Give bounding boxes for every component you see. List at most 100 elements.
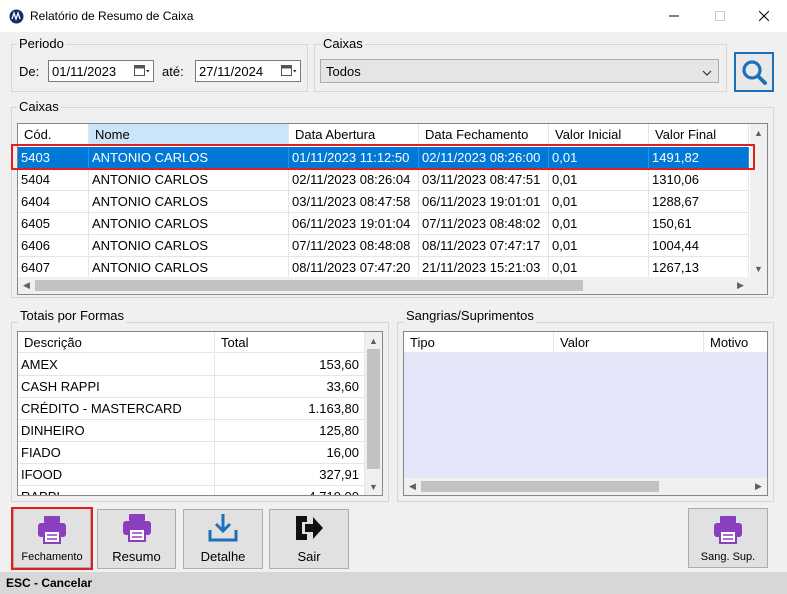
cell-nome: ANTONIO CARLOS — [89, 235, 289, 257]
table-row[interactable]: IFOOD 327,91 — [18, 464, 365, 486]
column-header-total[interactable]: Total — [215, 332, 365, 353]
cell-descricao: CASH RAPPI — [18, 376, 215, 398]
cell-descricao: RAPPI — [18, 486, 215, 495]
resumo-button[interactable]: Resumo — [97, 509, 176, 569]
scroll-up-icon[interactable]: ▲ — [750, 124, 767, 141]
table-row[interactable]: CASH RAPPI 33,60 — [18, 376, 365, 398]
cell-valor-inicial: 0,01 — [549, 169, 649, 191]
cell-nome: ANTONIO CARLOS — [89, 191, 289, 213]
resumo-label: Resumo — [112, 549, 161, 564]
table-row[interactable]: 6407 ANTONIO CARLOS 08/11/2023 07:47:20 … — [18, 257, 749, 279]
column-header-motivo[interactable]: Motivo — [704, 332, 767, 353]
periodo-label: Periodo — [17, 36, 66, 51]
cell-total: 1.163,80 — [215, 398, 365, 420]
cell-descricao: CRÉDITO - MASTERCARD — [18, 398, 215, 420]
cell-descricao: FIADO — [18, 442, 215, 464]
column-header-descricao[interactable]: Descrição — [18, 332, 215, 353]
caixas-select[interactable]: Todos — [320, 59, 719, 83]
cell-descricao: DINHEIRO — [18, 420, 215, 442]
totais-grid[interactable]: Descrição Total AMEX 153,60 CASH RAPPI 3… — [17, 331, 383, 496]
sangrias-grid[interactable]: Tipo Valor Motivo ◀ ▶ — [403, 331, 768, 496]
cell-data-abertura: 06/11/2023 19:01:04 — [289, 213, 419, 235]
table-row[interactable]: DINHEIRO 125,80 — [18, 420, 365, 442]
cell-valor-inicial: 0,01 — [549, 191, 649, 213]
scrollbar-thumb[interactable] — [35, 280, 583, 291]
scroll-right-icon[interactable]: ▶ — [750, 478, 767, 495]
cell-valor-inicial: 0,01 — [549, 257, 649, 279]
app-icon — [9, 9, 24, 24]
table-row[interactable]: 5404 ANTONIO CARLOS 02/11/2023 08:26:04 … — [18, 169, 749, 191]
cell-data-fechamento: 07/11/2023 08:48:02 — [419, 213, 549, 235]
cell-total: 327,91 — [215, 464, 365, 486]
cell-valor-inicial: 0,01 — [549, 213, 649, 235]
caixas-horizontal-scrollbar[interactable]: ◀ ▶ — [18, 277, 767, 294]
de-label: De: — [19, 64, 40, 79]
scrollbar-thumb[interactable] — [367, 349, 380, 469]
detalhe-button[interactable]: Detalhe — [183, 509, 263, 569]
cell-data-abertura: 02/11/2023 08:26:04 — [289, 169, 419, 191]
sangrias-horizontal-scrollbar[interactable]: ◀ ▶ — [404, 478, 767, 495]
cell-data-fechamento: 08/11/2023 07:47:17 — [419, 235, 549, 257]
table-row[interactable]: RAPPI 4.719,00 — [18, 486, 365, 495]
column-header-data-fechamento[interactable]: Data Fechamento — [419, 124, 549, 145]
table-row[interactable]: AMEX 153,60 — [18, 354, 365, 376]
table-row[interactable]: 6404 ANTONIO CARLOS 03/11/2023 08:47:58 … — [18, 191, 749, 213]
column-header-valor[interactable]: Valor — [554, 332, 704, 353]
scrollbar-thumb[interactable] — [421, 481, 659, 492]
close-button[interactable] — [741, 0, 787, 32]
table-row[interactable]: 6406 ANTONIO CARLOS 07/11/2023 08:48:08 … — [18, 235, 749, 257]
cell-data-abertura: 08/11/2023 07:47:20 — [289, 257, 419, 279]
column-header-cod[interactable]: Cód. — [18, 124, 89, 145]
printer-icon — [122, 514, 151, 542]
sangrias-label: Sangrias/Suprimentos — [404, 308, 536, 323]
window-title: Relatório de Resumo de Caixa — [30, 9, 194, 23]
cell-cod: 6404 — [18, 191, 89, 213]
calendar-icon[interactable] — [134, 65, 150, 77]
cell-descricao: IFOOD — [18, 464, 215, 486]
status-bar: ESC - Cancelar — [0, 572, 787, 594]
date-to-field[interactable]: 27/11/2024 — [195, 60, 301, 82]
caixas-group-label: Caixas — [17, 99, 61, 114]
cell-nome: ANTONIO CARLOS — [89, 213, 289, 235]
scroll-left-icon[interactable]: ◀ — [404, 478, 421, 495]
calendar-icon[interactable] — [281, 65, 297, 77]
table-row[interactable]: FIADO 16,00 — [18, 442, 365, 464]
sang-sup-button[interactable]: Sang. Sup. — [688, 508, 768, 568]
table-row[interactable]: 6405 ANTONIO CARLOS 06/11/2023 19:01:04 … — [18, 213, 749, 235]
cell-data-fechamento: 03/11/2023 08:47:51 — [419, 169, 549, 191]
download-icon — [208, 514, 238, 542]
scroll-down-icon[interactable]: ▼ — [750, 260, 767, 277]
column-header-tipo[interactable]: Tipo — [404, 332, 554, 353]
scroll-down-icon[interactable]: ▼ — [365, 478, 382, 495]
cell-valor-final: 1288,67 — [649, 191, 749, 213]
maximize-button[interactable] — [697, 0, 743, 32]
cell-cod: 6406 — [18, 235, 89, 257]
scroll-up-icon[interactable]: ▲ — [365, 332, 382, 349]
cell-valor-final: 1004,44 — [649, 235, 749, 257]
cell-valor-inicial: 0,01 — [549, 235, 649, 257]
cell-total: 33,60 — [215, 376, 365, 398]
column-header-data-abertura[interactable]: Data Abertura — [289, 124, 419, 145]
cell-data-abertura: 07/11/2023 08:48:08 — [289, 235, 419, 257]
minimize-button[interactable] — [651, 0, 697, 32]
column-header-nome[interactable]: Nome — [89, 124, 289, 145]
search-button[interactable] — [734, 52, 774, 92]
sair-button[interactable]: Sair — [269, 509, 349, 569]
table-row[interactable]: CRÉDITO - MASTERCARD 1.163,80 — [18, 398, 365, 420]
cell-valor-final: 1267,13 — [649, 257, 749, 279]
scroll-left-icon[interactable]: ◀ — [18, 277, 35, 294]
date-from-field[interactable]: 01/11/2023 — [48, 60, 154, 82]
cell-cod: 6407 — [18, 257, 89, 279]
caixas-select-value: Todos — [326, 63, 361, 79]
detalhe-label: Detalhe — [200, 549, 246, 564]
date-from-value: 01/11/2023 — [52, 63, 117, 79]
scroll-right-icon[interactable]: ▶ — [732, 277, 749, 294]
cell-valor-final: 1310,06 — [649, 169, 749, 191]
search-icon — [742, 60, 767, 85]
cell-cod: 6405 — [18, 213, 89, 235]
totais-vertical-scrollbar[interactable]: ▲ ▼ — [365, 332, 382, 495]
column-header-valor-inicial[interactable]: Valor Inicial — [549, 124, 649, 145]
cell-data-fechamento: 21/11/2023 15:21:03 — [419, 257, 549, 279]
cell-total: 125,80 — [215, 420, 365, 442]
column-header-valor-final[interactable]: Valor Final — [649, 124, 749, 145]
